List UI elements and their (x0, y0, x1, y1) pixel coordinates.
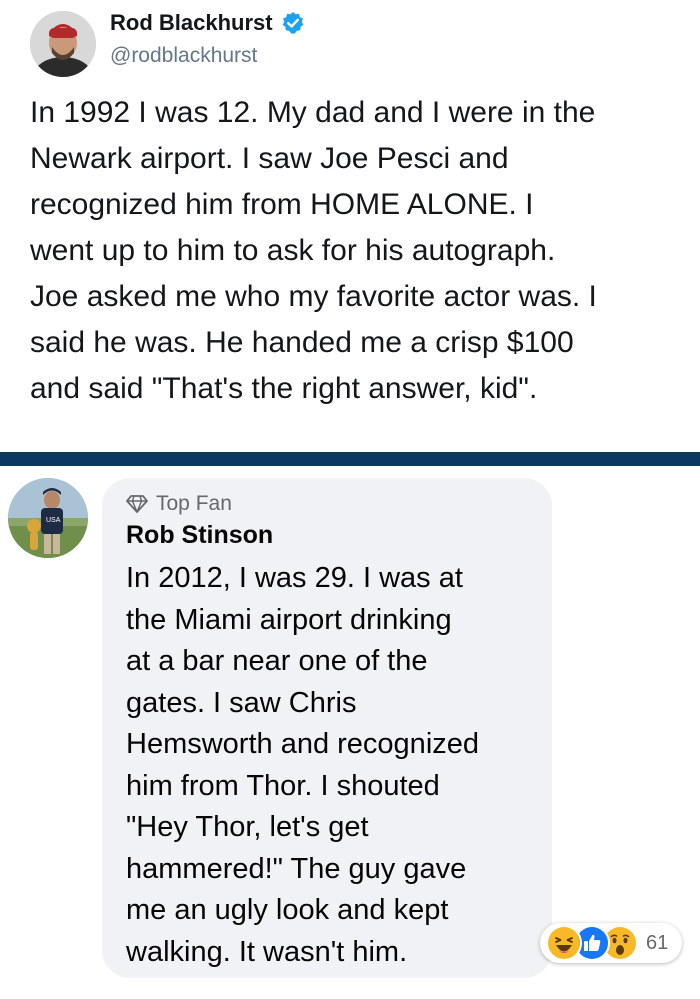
top-fan-label: Top Fan (156, 492, 232, 515)
tweet-author-name[interactable]: Rod Blackhurst (110, 10, 273, 36)
haha-icon (546, 925, 582, 961)
reaction-count: 61 (646, 931, 669, 954)
tweet-author-handle[interactable]: @rodblackhurst (110, 44, 257, 68)
verified-badge-icon (281, 11, 305, 35)
reactions-summary[interactable]: 61 (540, 923, 682, 963)
tweet-text-line: In 1992 I was 12. My dad and I were in t… (30, 96, 596, 129)
tweet-text-line: recognized him from HOME ALONE. I (30, 188, 534, 221)
comment-text-line: hammered!" The guy gave (126, 852, 467, 885)
commenter-name[interactable]: Rob Stinson (126, 521, 273, 550)
comment-text-line: me an ugly look and kept (126, 894, 449, 926)
comment-text-line: him from Thor. I shouted (126, 769, 440, 802)
tweet-text-line: Newark airport. I saw Joe Pesci and (30, 142, 509, 175)
tweet-author-row: Rod Blackhurst (110, 10, 305, 36)
top-fan-badge: Top Fan (126, 492, 232, 516)
svg-text:USA: USA (46, 517, 61, 524)
comment-text: In 2012, I was 29. I was at the Miami ai… (126, 558, 546, 973)
diamond-icon (126, 495, 148, 513)
comment-text-line: at a bar near one of the (126, 645, 428, 677)
tweet-text: In 1992 I was 12. My dad and I were in t… (30, 90, 690, 412)
comment-text-line: Hemsworth and recognized (126, 728, 480, 760)
comment-text-line: "Hey Thor, let's get (126, 811, 369, 843)
comment-text-line: walking. It wasn't him. (126, 935, 408, 968)
tweet-text-line: Joe asked me who my favorite actor was. … (30, 280, 597, 313)
tweet-text-line: said he was. He handed me a crisp $100 (30, 326, 574, 359)
tweet-text-line: and said "That's the right answer, kid". (30, 372, 538, 405)
comment-text-line: gates. I saw Chris (126, 686, 357, 719)
section-divider (0, 452, 700, 466)
commenter-avatar[interactable]: USA (8, 478, 88, 558)
screenshot-page: Rod Blackhurst @rodblackhurst In 1992 I … (0, 0, 700, 999)
comment-bubble: Top Fan Rob Stinson In 2012, I was 29. I… (102, 478, 552, 978)
tweet-card: Rod Blackhurst @rodblackhurst In 1992 I … (0, 0, 700, 452)
comment-text-line: In 2012, I was 29. I was at (126, 562, 463, 594)
facebook-comment: USA Top Fan Rob Stinson In 2012, I was 2… (0, 466, 700, 999)
comment-text-line: the Miami airport drinking (126, 603, 452, 636)
tweet-author-avatar[interactable] (30, 11, 96, 77)
tweet-text-line: went up to him to ask for his autograph. (30, 234, 556, 267)
